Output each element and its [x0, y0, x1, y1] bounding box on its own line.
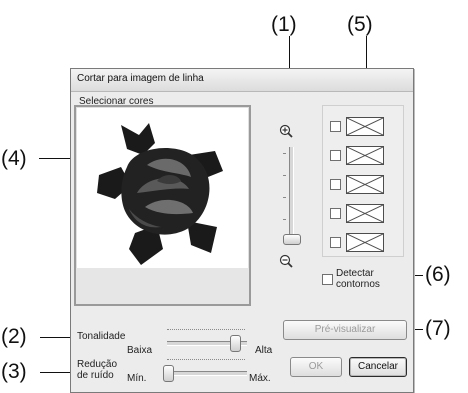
noise-max-label: Máx.	[249, 373, 271, 384]
detect-contours-label-line1: Detectar	[336, 268, 374, 279]
dialog-title: Cortar para imagem de linha	[77, 73, 204, 84]
noise-label-line2: de ruído	[77, 370, 114, 381]
image-preview-pane[interactable]	[74, 105, 251, 306]
leader-line-3	[40, 372, 73, 373]
noise-slider-thumb[interactable]	[163, 365, 174, 382]
tone-high-label: Alta	[255, 345, 273, 356]
preview-button[interactable]: Pré-visualizar	[283, 320, 407, 340]
tone-slider-thumb[interactable]	[230, 335, 242, 352]
cut-to-line-image-dialog: Cortar para imagem de linha Selecionar c…	[70, 68, 414, 393]
detect-contours-label-line2: contornos	[336, 279, 380, 290]
empty-swatch-icon[interactable]	[346, 204, 384, 223]
color-slot-2-checkbox[interactable]	[330, 150, 341, 161]
ok-button[interactable]: OK	[290, 357, 342, 377]
color-slot-1-checkbox[interactable]	[330, 121, 341, 132]
zoom-tick	[283, 219, 286, 220]
callout-5: (5)	[347, 13, 373, 36]
noise-min-label: Mín.	[127, 373, 147, 384]
tone-label: Tonalidade	[77, 331, 126, 342]
detect-contours-label: Detectar contornos	[336, 268, 380, 290]
title-bar: Cortar para imagem de linha	[71, 69, 413, 92]
color-slot-4-checkbox[interactable]	[330, 208, 341, 219]
empty-swatch-icon[interactable]	[346, 117, 384, 136]
empty-swatch-icon[interactable]	[346, 233, 384, 252]
leader-line-2	[40, 337, 73, 338]
empty-swatch-icon[interactable]	[346, 146, 384, 165]
color-selection-panel	[322, 105, 404, 257]
callout-2: (2)	[1, 325, 27, 348]
zoom-out-icon[interactable]	[279, 254, 293, 268]
rose-image	[97, 123, 223, 265]
zoom-tick	[283, 175, 286, 176]
noise-ticks	[167, 359, 245, 363]
callout-6: (6)	[425, 263, 451, 286]
leader-line-4	[39, 158, 73, 159]
zoom-tick	[283, 197, 286, 198]
callout-3: (3)	[1, 360, 27, 383]
empty-swatch-icon[interactable]	[346, 175, 384, 194]
zoom-slider-track[interactable]	[289, 147, 294, 243]
callout-4: (4)	[1, 147, 27, 170]
zoom-tick	[283, 153, 286, 154]
tone-ticks	[167, 329, 245, 333]
color-slot-5-checkbox[interactable]	[330, 237, 341, 248]
noise-reduction-label: Redução de ruído	[77, 359, 117, 381]
callout-1: (1)	[271, 13, 297, 36]
detect-contours-checkbox[interactable]	[322, 274, 333, 285]
zoom-slider-thumb[interactable]	[283, 234, 301, 245]
callout-7: (7)	[425, 317, 451, 340]
color-slot-3-checkbox[interactable]	[330, 179, 341, 190]
tone-low-label: Baixa	[127, 345, 153, 356]
noise-slider-track[interactable]	[167, 371, 247, 376]
noise-label-line1: Redução	[77, 359, 118, 370]
zoom-in-icon[interactable]	[279, 124, 293, 138]
cancel-button[interactable]: Cancelar	[349, 357, 407, 377]
